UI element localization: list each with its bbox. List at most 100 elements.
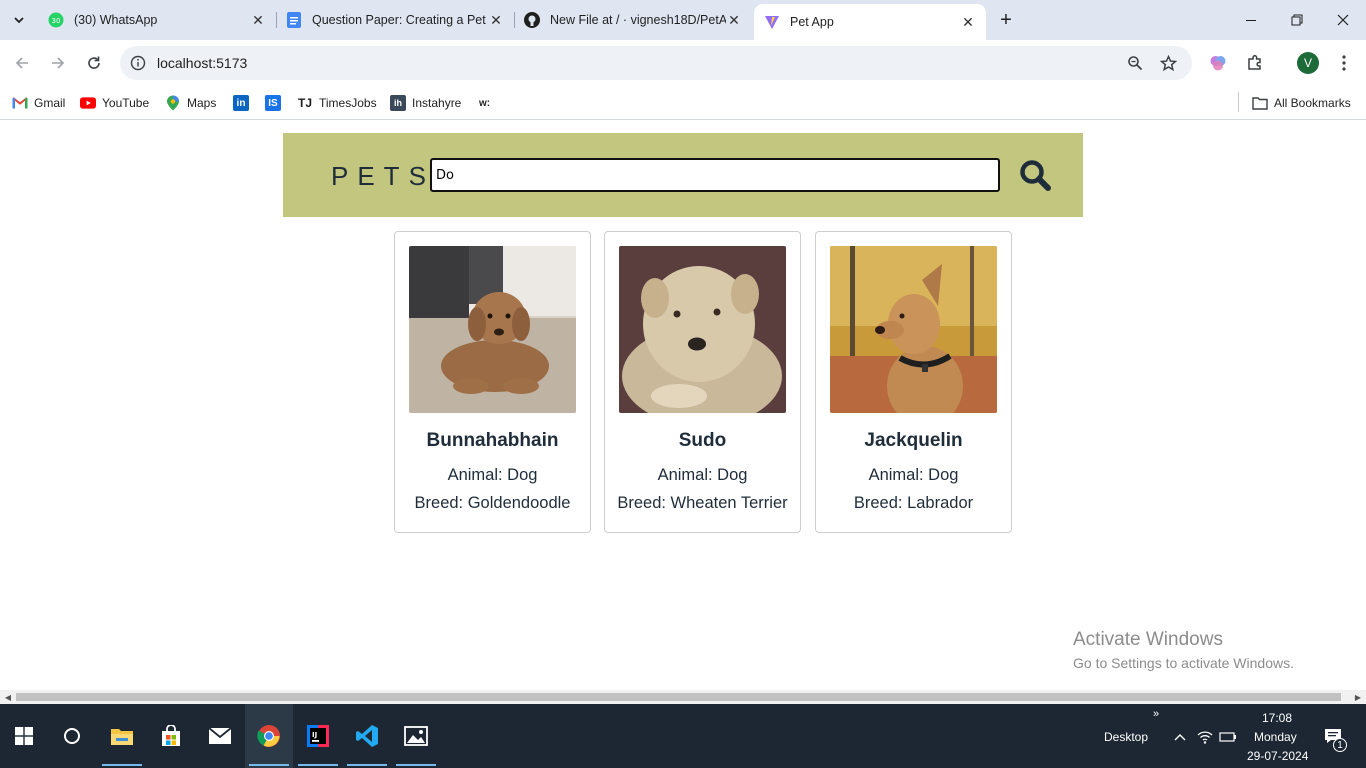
tab-pet-app[interactable]: Pet App ✕ — [754, 4, 986, 40]
github-icon — [524, 12, 540, 28]
close-icon[interactable]: ✕ — [726, 12, 742, 28]
bookmark-maps[interactable]: Maps — [165, 93, 216, 113]
app-header: PETS — [283, 133, 1083, 217]
watermark-subtitle: Go to Settings to activate Windows. — [1073, 655, 1294, 671]
restore-button[interactable] — [1274, 0, 1320, 40]
tab-whatsapp[interactable]: 30 (30) WhatsApp ✕ — [38, 4, 276, 36]
bookmark-instahyre[interactable]: ih Instahyre — [390, 93, 461, 113]
close-icon[interactable]: ✕ — [250, 12, 266, 28]
clock-time[interactable]: 17:08 — [1262, 711, 1292, 725]
extensions-puzzle-icon[interactable] — [1244, 52, 1266, 74]
bookmark-label: YouTube — [102, 96, 150, 110]
taskbar-store[interactable] — [147, 704, 195, 768]
arrow-right-icon — [52, 57, 65, 69]
kebab-menu-icon[interactable] — [1333, 52, 1355, 74]
bookmark-label: Instahyre — [412, 96, 462, 110]
wifi-icon[interactable] — [1196, 728, 1214, 746]
scroll-left-icon[interactable]: ◀ — [3, 692, 13, 702]
page-viewport: PETS Bunnahabh — [0, 121, 1366, 690]
watermark-title: Activate Windows — [1073, 629, 1223, 650]
instahyre-icon: ih — [390, 95, 406, 111]
horizontal-scrollbar[interactable]: ◀ ▶ — [0, 690, 1366, 704]
minimize-button[interactable] — [1228, 0, 1274, 40]
start-button[interactable] — [0, 704, 48, 768]
tab-strip: 30 (30) WhatsApp ✕ Question Paper: Creat… — [0, 0, 1366, 40]
new-tab-button[interactable]: + — [994, 8, 1018, 32]
cortana-circle-icon — [64, 728, 80, 744]
pet-card[interactable]: Jackquelin Animal: Dog Breed: Labrador — [815, 231, 1012, 533]
taskbar-mail[interactable] — [196, 704, 244, 768]
clock-day[interactable]: Monday — [1254, 730, 1297, 744]
bookmark-label: w: — [479, 97, 491, 109]
cortana-button[interactable] — [48, 704, 96, 768]
bookmark-timesjobs[interactable]: TJ TimesJobs — [297, 93, 377, 113]
folder-icon — [1252, 95, 1268, 111]
pet-breed: Breed: Labrador — [853, 494, 974, 512]
forward-button[interactable] — [45, 50, 71, 76]
mail-icon — [208, 727, 232, 744]
clock-date[interactable]: 29-07-2024 — [1247, 749, 1308, 763]
pet-card[interactable]: Bunnahabhain Animal: Dog Breed: Goldendo… — [394, 231, 591, 533]
vscode-icon — [356, 725, 378, 747]
taskbar-file-explorer[interactable] — [98, 704, 146, 768]
tab-title: (30) WhatsApp — [74, 13, 158, 27]
pet-card[interactable]: Sudo Animal: Dog Breed: Wheaten Terrier — [604, 231, 801, 533]
bookmark-youtube[interactable]: YouTube — [80, 93, 149, 113]
taskbar-chrome[interactable] — [245, 704, 293, 768]
tab-github[interactable]: New File at / · vignesh18D/PetA ✕ — [514, 4, 752, 36]
bookmark-iimjobs[interactable]: IS — [265, 93, 287, 113]
extension-brain-icon[interactable] — [1207, 52, 1229, 74]
search-input[interactable] — [430, 158, 1000, 192]
toolbar-expand-icon[interactable]: » — [1153, 708, 1159, 720]
pet-breed: Breed: Wheaten Terrier — [617, 494, 788, 512]
url-text[interactable]: localhost:5173 — [157, 55, 247, 71]
search-icon — [1020, 160, 1051, 191]
pet-name: Sudo — [678, 430, 727, 451]
bookmarks-bar: Gmail YouTube Maps in IS TJ TimesJobs ih… — [0, 86, 1366, 120]
bookmark-w[interactable]: w: — [479, 93, 490, 113]
store-bag-icon — [162, 725, 180, 746]
google-docs-icon — [286, 12, 302, 28]
restore-icon — [1291, 14, 1303, 26]
all-bookmarks-button[interactable]: All Bookmarks — [1252, 93, 1351, 113]
file-explorer-icon — [111, 729, 133, 745]
tab-question-paper[interactable]: Question Paper: Creating a Pet ✕ — [276, 4, 514, 36]
youtube-icon — [80, 95, 96, 111]
close-icon[interactable]: ✕ — [488, 12, 504, 28]
zoom-icon[interactable] — [1125, 53, 1145, 73]
close-icon — [1337, 14, 1349, 26]
close-icon[interactable]: ✕ — [960, 14, 976, 30]
bookmark-label: TimesJobs — [319, 96, 377, 110]
tab-search-button[interactable] — [6, 8, 32, 32]
svg-text:IJ: IJ — [312, 731, 317, 739]
info-icon[interactable] — [128, 53, 148, 73]
bookmark-star-icon[interactable] — [1158, 53, 1178, 73]
chevron-down-icon — [14, 17, 24, 24]
bookmark-label: Gmail — [34, 96, 66, 110]
tab-title: Pet App — [790, 15, 834, 29]
taskbar-vscode[interactable] — [343, 704, 391, 768]
profile-avatar[interactable]: V — [1297, 52, 1319, 74]
desktop-toolbar-label[interactable]: Desktop — [1104, 730, 1148, 744]
app-brand: PETS — [331, 161, 435, 191]
taskbar-photos[interactable] — [392, 704, 440, 768]
bookmark-gmail[interactable]: Gmail — [12, 93, 65, 113]
back-button[interactable] — [9, 50, 35, 76]
taskbar-intellij[interactable]: IJ — [294, 704, 342, 768]
scroll-right-icon[interactable]: ▶ — [1353, 692, 1363, 702]
pet-breed: Breed: Goldendoodle — [414, 494, 571, 512]
browser-toolbar: localhost:5173 V — [0, 40, 1366, 86]
chevron-up-icon[interactable] — [1171, 728, 1189, 746]
reload-button[interactable] — [81, 50, 107, 76]
close-window-button[interactable] — [1320, 0, 1366, 40]
minimize-icon — [1246, 20, 1256, 21]
scrollbar-thumb[interactable] — [16, 693, 1341, 701]
bookmark-linkedin[interactable]: in — [233, 93, 255, 113]
battery-icon[interactable] — [1219, 728, 1237, 746]
search-button[interactable] — [1017, 157, 1053, 193]
svg-text:30: 30 — [52, 17, 61, 25]
timesjobs-icon: TJ — [297, 96, 312, 110]
tab-title: Question Paper: Creating a Pet — [312, 13, 486, 27]
address-bar[interactable]: localhost:5173 — [120, 46, 1192, 80]
pet-photo — [830, 246, 997, 413]
